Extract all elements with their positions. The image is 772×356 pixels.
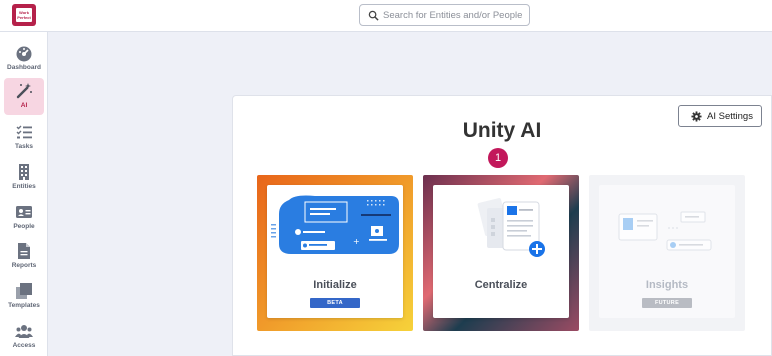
centralize-illustration-icon — [477, 198, 545, 257]
step-badge: 1 — [488, 148, 508, 168]
svg-text:+: + — [353, 237, 360, 246]
insights-card: Insights FUTURE — [589, 175, 745, 331]
sidebar-item-reports[interactable]: Reports — [4, 238, 44, 275]
building-icon — [19, 164, 29, 180]
tasks-icon — [16, 125, 32, 139]
logo-text: Work Perfect — [16, 8, 32, 22]
insights-label: Insights — [645, 279, 689, 291]
initialize-card-body: + Initialize BETA — [267, 185, 403, 318]
sidebar-item-entities[interactable]: Entities — [4, 159, 44, 196]
app-logo[interactable]: Work Perfect — [12, 4, 36, 26]
sidebar-item-templates[interactable]: Templates — [4, 278, 44, 315]
beta-badge: BETA — [310, 298, 360, 308]
sidebar-item-ai[interactable]: AI — [4, 78, 44, 115]
centralize-card[interactable]: Centralize — [423, 175, 579, 331]
dashboard-icon — [16, 46, 32, 62]
magic-wand-icon — [16, 83, 32, 99]
page-title: Unity AI — [462, 119, 542, 142]
insights-card-body: Insights FUTURE — [599, 185, 735, 318]
initialize-illustration-icon: + — [271, 195, 399, 254]
initialize-card[interactable]: + Initialize BETA — [257, 175, 413, 331]
future-badge: FUTURE — [642, 298, 692, 308]
sidebar-item-people[interactable]: People — [4, 199, 44, 236]
sidebar-item-tasks[interactable]: Tasks — [4, 119, 44, 156]
search-input[interactable]: Search for Entities and/or People — [359, 4, 530, 26]
centralize-label: Centralize — [474, 279, 528, 291]
initialize-label: Initialize — [313, 279, 357, 291]
insights-illustration-icon — [618, 211, 712, 251]
document-icon — [18, 243, 30, 259]
sidebar-item-access[interactable]: Access — [4, 318, 44, 355]
search-icon — [368, 10, 379, 21]
templates-icon — [16, 283, 32, 299]
centralize-card-body: Centralize — [433, 185, 569, 318]
sidebar-item-dashboard[interactable]: Dashboard — [4, 40, 44, 77]
users-icon — [15, 325, 33, 338]
search-placeholder: Search for Entities and/or People — [383, 10, 523, 21]
top-bar: Work Perfect Search for Entities and/or … — [0, 0, 772, 32]
id-card-icon — [16, 206, 32, 218]
sidebar: Dashboard AI Tasks Entities People Repor… — [0, 32, 48, 356]
